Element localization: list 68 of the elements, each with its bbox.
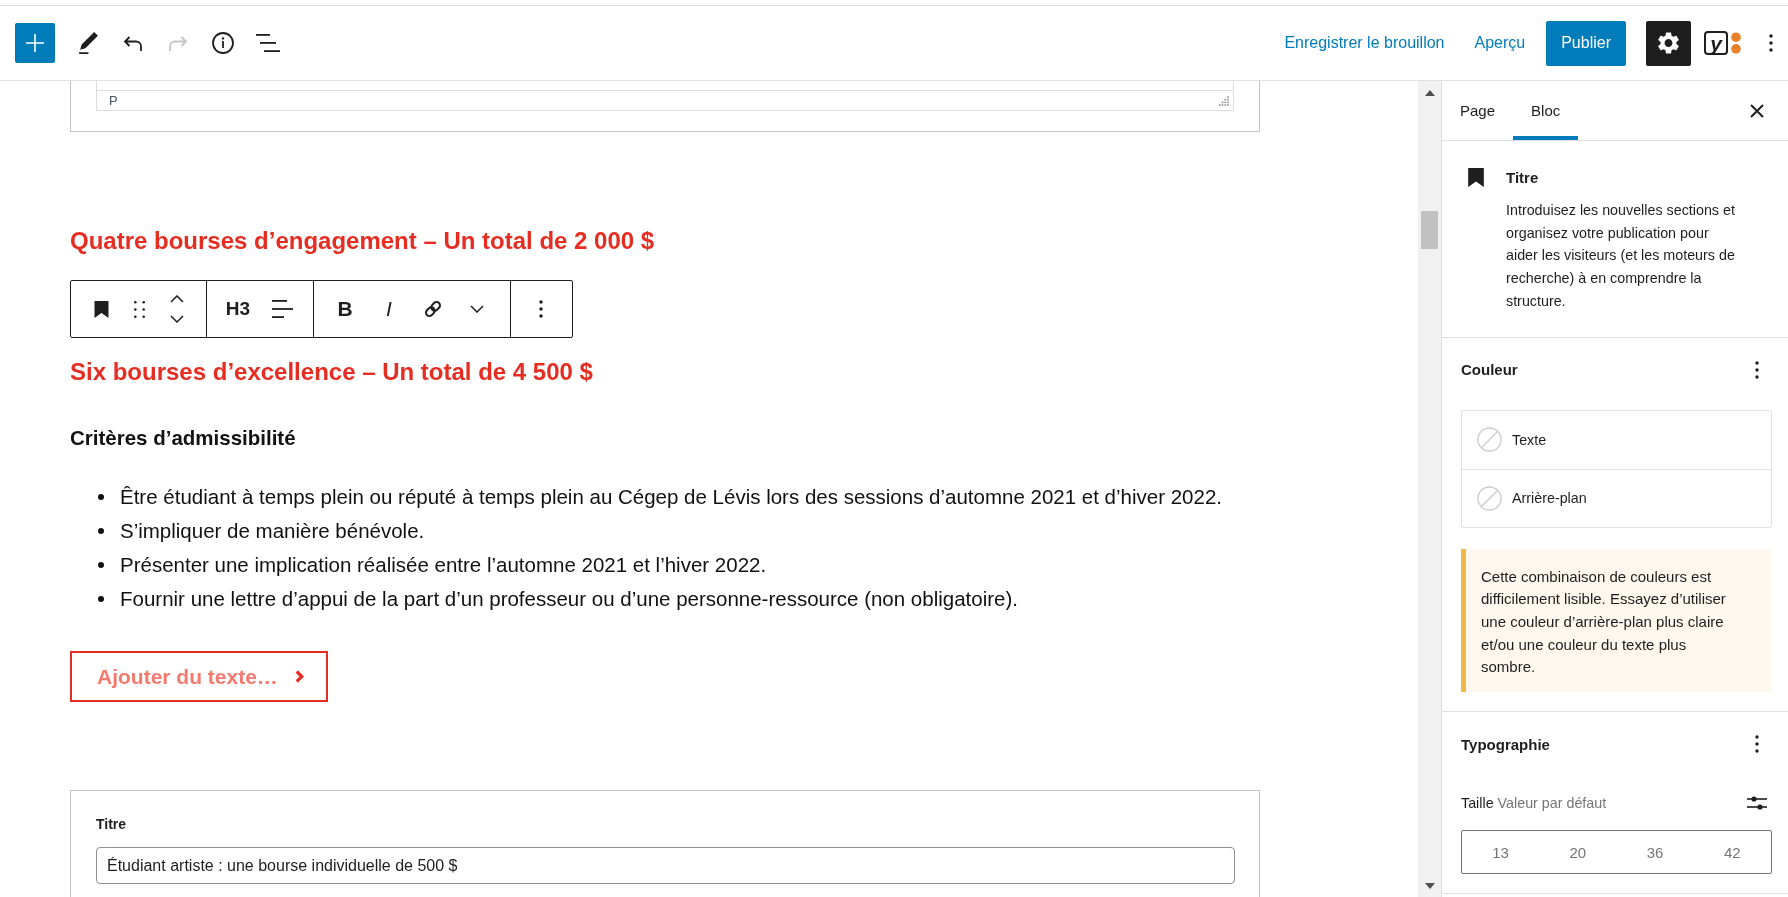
field-label: Titre <box>96 816 128 832</box>
settings-icon <box>1658 32 1679 54</box>
font-size-option[interactable]: 13 <box>1462 831 1540 874</box>
bullet-icon <box>98 494 104 500</box>
link-icon <box>423 299 443 319</box>
align-left-icon <box>271 300 293 318</box>
bullet-icon <box>98 562 104 568</box>
element-path: P <box>109 94 118 107</box>
list-item: Présenter une implication réalisée entre l’automne 2021 et l’hiver 2022. <box>120 553 767 577</box>
heading-level-button[interactable]: H3 <box>216 281 260 337</box>
empty-swatch-icon <box>1477 485 1502 511</box>
empty-swatch-icon <box>1477 427 1502 452</box>
drag-handle-icon <box>133 300 145 318</box>
bookmark-icon <box>93 300 109 318</box>
plus-icon <box>26 34 44 52</box>
section-heading: Six bourses d’excellence – Un total de 4 500 $ <box>70 357 593 387</box>
font-size-option[interactable]: 42 <box>1693 831 1771 874</box>
publish-button[interactable]: Publier <box>1546 20 1626 66</box>
resize-handle-icon[interactable] <box>1219 95 1229 106</box>
info-icon <box>212 32 234 54</box>
contrast-warning: Cette combinaison de couleurs est difficilement lisible. Essayez d’utiliser une couleur d’arrière-plan plus claire et/ou une couleur du texte plus sombre. <box>1461 548 1772 693</box>
sidebar-tab[interactable]: Bloc <box>1513 81 1579 140</box>
sidebar-tab[interactable]: Page <box>1442 81 1514 140</box>
sliders-icon <box>1747 795 1767 812</box>
font-size-option[interactable]: 36 <box>1616 831 1694 874</box>
scrollbar[interactable] <box>1418 81 1441 897</box>
title-input[interactable]: Étudiant artiste : une bourse individuelle de 500 $ <box>96 847 1235 884</box>
classic-editor-field[interactable]: P <box>96 81 1234 111</box>
color-option[interactable]: Texte <box>1462 410 1771 469</box>
section-heading: Quatre bourses d’engagement – Un total de 2 000 $ <box>70 226 655 256</box>
more-options-icon <box>539 300 543 318</box>
two-dots-icon <box>1731 32 1741 54</box>
block-title: Titre <box>1506 168 1540 188</box>
scroll-down-arrow-icon[interactable] <box>1424 883 1435 889</box>
undo-icon <box>123 35 143 51</box>
list-item: Être étudiant à temps plein ou réputé à temps plein au Cégep de Lévis lors des sessions d’automne 2021 et d’hiver 2022. <box>120 485 1222 509</box>
more-options-icon <box>1755 735 1759 754</box>
color-option[interactable]: Arrière-plan <box>1462 468 1771 527</box>
more-options-icon <box>1755 360 1759 379</box>
chevron-right-icon <box>295 670 304 683</box>
bold-button[interactable]: B <box>323 281 367 337</box>
italic-button[interactable]: I <box>367 281 411 337</box>
settings-button[interactable] <box>1646 20 1691 66</box>
chevron-down-icon <box>170 315 184 323</box>
list-item: Fournir une lettre d’appui de la part d’un professeur ou d’une personne-ressource (non obligatoire). <box>120 587 1018 611</box>
bullet-icon <box>98 596 104 602</box>
add-block-button[interactable] <box>15 23 55 63</box>
chevron-down-icon <box>470 305 484 313</box>
redo-icon <box>168 35 188 51</box>
size-label: Taille <box>1461 795 1494 812</box>
panel-title: Typographie <box>1461 735 1550 753</box>
font-size-option[interactable]: 20 <box>1539 831 1617 874</box>
preview-button[interactable]: Aperçu <box>1464 23 1536 63</box>
bookmark-icon <box>1468 168 1484 187</box>
scroll-up-arrow-icon[interactable] <box>1424 90 1435 96</box>
scrollbar-thumb[interactable] <box>1421 211 1438 249</box>
panel-title: Couleur <box>1461 361 1518 378</box>
block-description: Introduisez les nouvelles sections et organisez votre publication pour aider les visiteurs (et les moteurs de recherche) à en comprendre la structure. <box>1506 201 1736 311</box>
size-value: Valeur par défaut <box>1497 795 1607 812</box>
chevron-up-icon <box>170 295 184 303</box>
close-icon <box>1750 103 1764 118</box>
bullet-icon <box>98 528 104 534</box>
list-item: S’impliquer de manière bénévole. <box>120 519 425 543</box>
pencil-icon <box>78 32 98 54</box>
list-view-icon <box>256 34 280 52</box>
more-options-icon <box>1769 34 1773 52</box>
subheading: Critères d’admissibilité <box>70 425 296 451</box>
save-draft-button[interactable]: Enregistrer le brouillon <box>1274 23 1455 63</box>
